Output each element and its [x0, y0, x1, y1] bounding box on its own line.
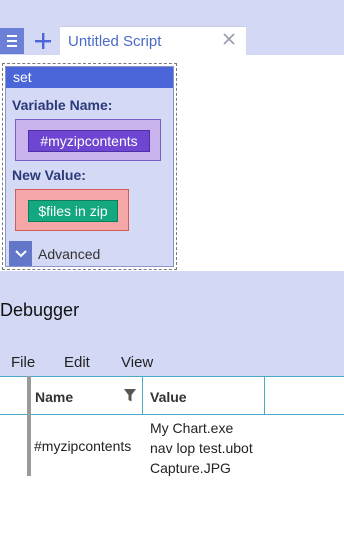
new-value-label: New Value:	[12, 167, 86, 183]
cell-variable-name: #myzipcontents	[34, 438, 132, 454]
block-title: set	[6, 67, 173, 88]
add-tab-button[interactable]	[29, 28, 57, 54]
filter-icon[interactable]	[124, 389, 136, 402]
variable-name-slot[interactable]: #myzipcontents	[15, 119, 161, 161]
value-line: Capture.JPG	[150, 460, 231, 476]
tab-label: Untitled Script	[68, 33, 162, 50]
column-separator[interactable]	[264, 377, 265, 415]
plus-icon	[35, 33, 51, 49]
tab-untitled-script[interactable]: Untitled Script	[60, 26, 246, 55]
menu-view[interactable]: View	[121, 354, 153, 371]
variables-grid: Name Value #myzipcontents My Chart.exe n…	[0, 376, 344, 553]
value-line: My Chart.exe	[150, 420, 234, 436]
cell-variable-value: My Chart.exe nav lop test.ubot Capture.J…	[150, 418, 253, 478]
script-canvas[interactable]: set Variable Name: #myzipcontents New Va…	[0, 55, 344, 271]
tab-strip: Untitled Script	[0, 0, 344, 55]
column-header-value[interactable]: Value	[150, 389, 187, 405]
column-separator[interactable]	[142, 377, 143, 415]
chevron-down-icon	[14, 249, 27, 257]
value-chip[interactable]: $files in zip	[28, 200, 118, 222]
advanced-toggle-button[interactable]	[9, 241, 32, 266]
hamburger-menu-icon[interactable]	[0, 28, 24, 54]
menu-file[interactable]: File	[11, 354, 35, 371]
advanced-label: Advanced	[38, 246, 101, 262]
variable-chip[interactable]: #myzipcontents	[28, 130, 150, 152]
set-command-block[interactable]: set Variable Name: #myzipcontents New Va…	[5, 66, 174, 267]
row-indicator	[27, 376, 31, 476]
block-selection-outline: set Variable Name: #myzipcontents New Va…	[2, 63, 177, 270]
debugger-panel: Debugger File Edit View	[0, 271, 344, 376]
debugger-title: Debugger	[0, 300, 80, 320]
new-value-slot[interactable]: $files in zip	[15, 189, 129, 231]
column-header-name[interactable]: Name	[35, 389, 73, 405]
value-line: nav lop test.ubot	[150, 440, 253, 456]
menu-edit[interactable]: Edit	[64, 354, 90, 371]
debugger-menubar: File Edit View	[0, 353, 344, 375]
close-icon[interactable]	[222, 32, 236, 46]
variable-name-label: Variable Name:	[12, 97, 113, 113]
grid-header: Name Value	[0, 376, 344, 415]
